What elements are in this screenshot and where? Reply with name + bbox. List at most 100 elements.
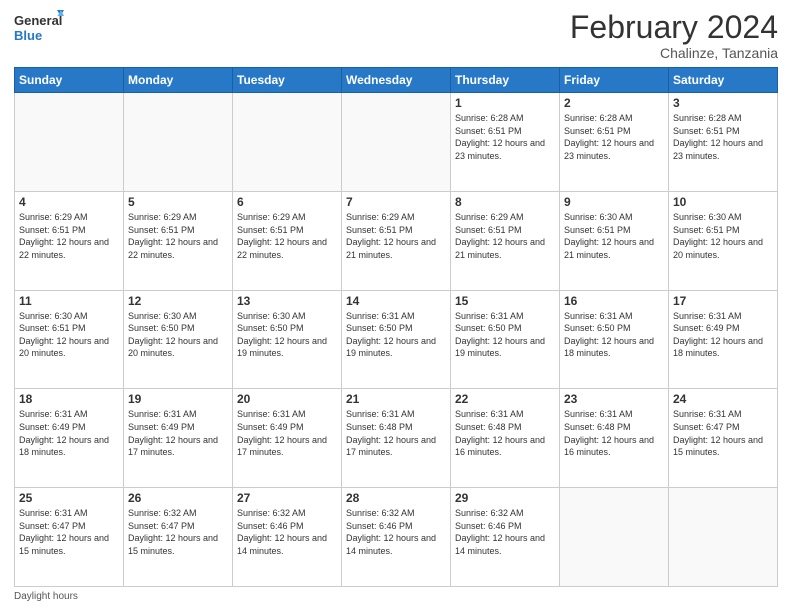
day-number: 15 bbox=[455, 294, 555, 308]
calendar-cell-w4-d1: 18 Sunrise: 6:31 AM Sunset: 6:49 PM Dayli… bbox=[15, 389, 124, 488]
day-number: 29 bbox=[455, 491, 555, 505]
calendar-cell-w3-d7: 17 Sunrise: 6:31 AM Sunset: 6:49 PM Dayli… bbox=[669, 290, 778, 389]
day-info: Sunrise: 6:29 AM Sunset: 6:51 PM Dayligh… bbox=[346, 211, 446, 261]
day-number: 2 bbox=[564, 96, 664, 110]
day-number: 11 bbox=[19, 294, 119, 308]
calendar-cell-w3-d6: 16 Sunrise: 6:31 AM Sunset: 6:50 PM Dayli… bbox=[560, 290, 669, 389]
day-number: 7 bbox=[346, 195, 446, 209]
calendar-cell-w4-d4: 21Sunrise: 6:31 AM Sunset: 6:48 PM Dayli… bbox=[342, 389, 451, 488]
day-info: Sunrise: 6:31 AM Sunset: 6:49 PM Dayligh… bbox=[673, 310, 773, 360]
calendar-cell-w3-d5: 15 Sunrise: 6:31 AM Sunset: 6:50 PM Dayli… bbox=[451, 290, 560, 389]
day-info: Sunrise: 6:31 AM Sunset: 6:50 PM Dayligh… bbox=[346, 310, 446, 360]
day-number: 23 bbox=[564, 392, 664, 406]
day-number: 6 bbox=[237, 195, 337, 209]
calendar-cell-w5-d5: 29 Sunrise: 6:32 AM Sunset: 6:46 PM Dayli… bbox=[451, 488, 560, 587]
day-info: Sunrise: 6:29 AM Sunset: 6:51 PM Dayligh… bbox=[455, 211, 555, 261]
col-header-thursday: Thursday bbox=[451, 68, 560, 93]
day-number: 4 bbox=[19, 195, 119, 209]
calendar-body: 1Sunrise: 6:28 AM Sunset: 6:51 PM Daylig… bbox=[15, 93, 778, 587]
calendar-cell-w2-d4: 7 Sunrise: 6:29 AM Sunset: 6:51 PM Daylig… bbox=[342, 191, 451, 290]
day-number: 12 bbox=[128, 294, 228, 308]
day-info: Sunrise: 6:31 AM Sunset: 6:47 PM Dayligh… bbox=[19, 507, 119, 557]
col-header-tuesday: Tuesday bbox=[233, 68, 342, 93]
calendar-cell-w3-d1: 11 Sunrise: 6:30 AM Sunset: 6:51 PM Dayli… bbox=[15, 290, 124, 389]
day-info: Sunrise: 6:29 AM Sunset: 6:51 PM Dayligh… bbox=[19, 211, 119, 261]
calendar-cell-w2-d2: 5 Sunrise: 6:29 AM Sunset: 6:51 PM Daylig… bbox=[124, 191, 233, 290]
col-header-wednesday: Wednesday bbox=[342, 68, 451, 93]
day-info: Sunrise: 6:32 AM Sunset: 6:46 PM Dayligh… bbox=[237, 507, 337, 557]
col-header-saturday: Saturday bbox=[669, 68, 778, 93]
title-block: February 2024 Chalinze, Tanzania bbox=[570, 10, 778, 61]
day-number: 28 bbox=[346, 491, 446, 505]
calendar-table: Sunday Monday Tuesday Wednesday Thursday… bbox=[14, 67, 778, 587]
day-info: Sunrise: 6:28 AM Sunset: 6:51 PM Dayligh… bbox=[564, 112, 664, 162]
day-number: 17 bbox=[673, 294, 773, 308]
day-number: 26 bbox=[128, 491, 228, 505]
col-header-sunday: Sunday bbox=[15, 68, 124, 93]
day-number: 16 bbox=[564, 294, 664, 308]
day-info: Sunrise: 6:31 AM Sunset: 6:49 PM Dayligh… bbox=[128, 408, 228, 458]
daylight-label: Daylight hours bbox=[14, 591, 78, 602]
location: Chalinze, Tanzania bbox=[570, 45, 778, 61]
calendar-cell-w1-d7: 3 Sunrise: 6:28 AM Sunset: 6:51 PM Daylig… bbox=[669, 93, 778, 192]
day-info: Sunrise: 6:32 AM Sunset: 6:46 PM Dayligh… bbox=[346, 507, 446, 557]
day-number: 25 bbox=[19, 491, 119, 505]
day-info: Sunrise: 6:31 AM Sunset: 6:50 PM Dayligh… bbox=[455, 310, 555, 360]
col-header-monday: Monday bbox=[124, 68, 233, 93]
header: General Blue February 2024 Chalinze, Tan… bbox=[14, 10, 778, 61]
day-number: 9 bbox=[564, 195, 664, 209]
day-info: Sunrise: 6:30 AM Sunset: 6:50 PM Dayligh… bbox=[237, 310, 337, 360]
calendar-cell-w3-d2: 12Sunrise: 6:30 AM Sunset: 6:50 PM Dayli… bbox=[124, 290, 233, 389]
calendar-cell-w5-d2: 26 Sunrise: 6:32 AM Sunset: 6:47 PM Dayli… bbox=[124, 488, 233, 587]
calendar-cell-w2-d1: 4 Sunrise: 6:29 AM Sunset: 6:51 PM Daylig… bbox=[15, 191, 124, 290]
day-info: Sunrise: 6:31 AM Sunset: 6:48 PM Dayligh… bbox=[346, 408, 446, 458]
footer: Daylight hours bbox=[14, 591, 778, 602]
day-info: Sunrise: 6:30 AM Sunset: 6:51 PM Dayligh… bbox=[564, 211, 664, 261]
calendar-week-5: 25 Sunrise: 6:31 AM Sunset: 6:47 PM Dayli… bbox=[15, 488, 778, 587]
calendar-week-1: 1Sunrise: 6:28 AM Sunset: 6:51 PM Daylig… bbox=[15, 93, 778, 192]
calendar-cell-w4-d2: 19 Sunrise: 6:31 AM Sunset: 6:49 PM Dayli… bbox=[124, 389, 233, 488]
calendar-cell-w4-d5: 22 Sunrise: 6:31 AM Sunset: 6:48 PM Dayli… bbox=[451, 389, 560, 488]
day-info: Sunrise: 6:32 AM Sunset: 6:47 PM Dayligh… bbox=[128, 507, 228, 557]
day-info: Sunrise: 6:28 AM Sunset: 6:51 PM Dayligh… bbox=[673, 112, 773, 162]
calendar-cell-w2-d7: 10Sunrise: 6:30 AM Sunset: 6:51 PM Dayli… bbox=[669, 191, 778, 290]
day-info: Sunrise: 6:32 AM Sunset: 6:46 PM Dayligh… bbox=[455, 507, 555, 557]
svg-text:Blue: Blue bbox=[14, 28, 42, 43]
calendar-cell-w3-d3: 13Sunrise: 6:30 AM Sunset: 6:50 PM Dayli… bbox=[233, 290, 342, 389]
day-number: 22 bbox=[455, 392, 555, 406]
calendar-header-row: Sunday Monday Tuesday Wednesday Thursday… bbox=[15, 68, 778, 93]
calendar-cell-w4-d3: 20 Sunrise: 6:31 AM Sunset: 6:49 PM Dayli… bbox=[233, 389, 342, 488]
calendar-cell-w1-d3 bbox=[233, 93, 342, 192]
calendar-week-3: 11 Sunrise: 6:30 AM Sunset: 6:51 PM Dayli… bbox=[15, 290, 778, 389]
calendar-week-4: 18 Sunrise: 6:31 AM Sunset: 6:49 PM Dayli… bbox=[15, 389, 778, 488]
day-info: Sunrise: 6:31 AM Sunset: 6:49 PM Dayligh… bbox=[237, 408, 337, 458]
day-number: 20 bbox=[237, 392, 337, 406]
calendar-cell-w4-d6: 23Sunrise: 6:31 AM Sunset: 6:48 PM Dayli… bbox=[560, 389, 669, 488]
day-info: Sunrise: 6:31 AM Sunset: 6:47 PM Dayligh… bbox=[673, 408, 773, 458]
logo-svg: General Blue bbox=[14, 10, 64, 46]
calendar-cell-w2-d5: 8 Sunrise: 6:29 AM Sunset: 6:51 PM Daylig… bbox=[451, 191, 560, 290]
calendar-cell-w2-d3: 6Sunrise: 6:29 AM Sunset: 6:51 PM Daylig… bbox=[233, 191, 342, 290]
day-info: Sunrise: 6:31 AM Sunset: 6:49 PM Dayligh… bbox=[19, 408, 119, 458]
day-info: Sunrise: 6:29 AM Sunset: 6:51 PM Dayligh… bbox=[128, 211, 228, 261]
page: General Blue February 2024 Chalinze, Tan… bbox=[0, 0, 792, 612]
calendar-cell-w5-d1: 25 Sunrise: 6:31 AM Sunset: 6:47 PM Dayli… bbox=[15, 488, 124, 587]
day-number: 18 bbox=[19, 392, 119, 406]
col-header-friday: Friday bbox=[560, 68, 669, 93]
day-number: 3 bbox=[673, 96, 773, 110]
day-number: 5 bbox=[128, 195, 228, 209]
day-info: Sunrise: 6:30 AM Sunset: 6:51 PM Dayligh… bbox=[673, 211, 773, 261]
day-info: Sunrise: 6:30 AM Sunset: 6:51 PM Dayligh… bbox=[19, 310, 119, 360]
day-info: Sunrise: 6:31 AM Sunset: 6:50 PM Dayligh… bbox=[564, 310, 664, 360]
calendar-cell-w1-d2 bbox=[124, 93, 233, 192]
calendar-cell-w5-d6 bbox=[560, 488, 669, 587]
day-info: Sunrise: 6:31 AM Sunset: 6:48 PM Dayligh… bbox=[455, 408, 555, 458]
calendar-cell-w3-d4: 14Sunrise: 6:31 AM Sunset: 6:50 PM Dayli… bbox=[342, 290, 451, 389]
calendar-cell-w1-d4 bbox=[342, 93, 451, 192]
calendar-cell-w1-d5: 1Sunrise: 6:28 AM Sunset: 6:51 PM Daylig… bbox=[451, 93, 560, 192]
day-number: 8 bbox=[455, 195, 555, 209]
day-number: 19 bbox=[128, 392, 228, 406]
calendar-cell-w4-d7: 24Sunrise: 6:31 AM Sunset: 6:47 PM Dayli… bbox=[669, 389, 778, 488]
calendar-week-2: 4 Sunrise: 6:29 AM Sunset: 6:51 PM Daylig… bbox=[15, 191, 778, 290]
calendar-cell-w1-d6: 2 Sunrise: 6:28 AM Sunset: 6:51 PM Daylig… bbox=[560, 93, 669, 192]
